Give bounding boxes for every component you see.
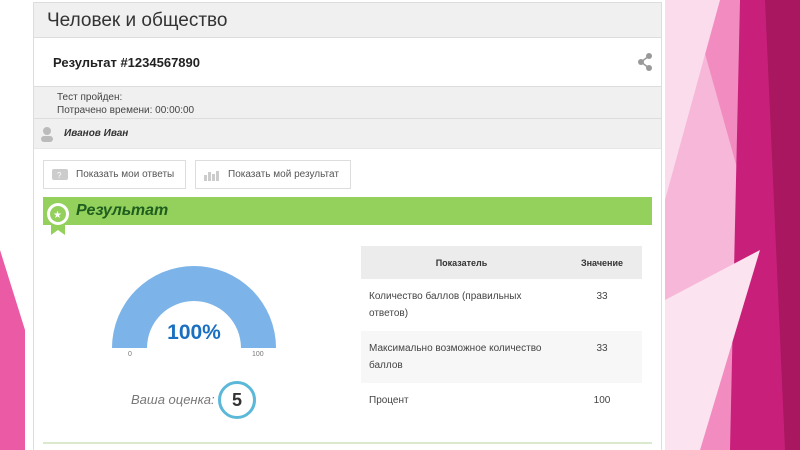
row-value: 33 — [596, 291, 608, 302]
divider — [43, 442, 652, 444]
result-header: Результат #1234567890 — [34, 38, 661, 86]
test-info: Тест пройден: Потрачено времени: 00:00:0… — [34, 86, 661, 119]
col-indicator: Показатель — [361, 246, 562, 279]
svg-text:★: ★ — [53, 210, 62, 221]
time-spent: Потрачено времени: 00:00:00 — [57, 105, 195, 116]
grade-label: Ваша оценка: — [131, 392, 215, 407]
results-table: Показатель Значение Количество баллов (пр… — [361, 246, 642, 419]
show-answers-label: Показать мои ответы — [76, 169, 175, 180]
share-icon[interactable] — [637, 53, 653, 71]
section-title: Результат — [76, 202, 169, 219]
question-icon: ? — [52, 168, 68, 180]
gauge-percent: 100% — [167, 321, 221, 344]
result-title: Результат #1234567890 — [53, 55, 200, 70]
bar-chart-icon — [204, 170, 219, 181]
row-value: 100 — [593, 395, 611, 406]
row-name: Процент — [369, 395, 409, 406]
result-panel: Человек и общество Результат #1234567890… — [33, 2, 662, 450]
gauge-min: 0 — [128, 351, 132, 358]
grade-value: 5 — [218, 381, 256, 419]
section-header: Результат — [43, 197, 652, 225]
show-answers-button[interactable]: ? Показать мои ответы — [43, 160, 186, 189]
svg-text:?: ? — [57, 171, 62, 180]
gauge-max: 100 — [252, 351, 264, 358]
show-result-button[interactable]: Показать мой результат — [195, 160, 351, 189]
page-title: Человек и общество — [34, 3, 661, 38]
show-result-label: Показать мой результат — [228, 169, 339, 180]
test-passed: Тест пройден: — [57, 92, 123, 103]
col-value: Значение — [562, 246, 642, 279]
award-icon: ★ — [47, 203, 69, 235]
user-icon — [41, 126, 53, 142]
user-row: Иванов Иван — [34, 119, 661, 149]
row-value: 33 — [562, 331, 642, 383]
user-name: Иванов Иван — [64, 128, 129, 139]
row-name: Максимально возможное количество баллов — [361, 331, 562, 383]
row-name: Количество баллов (правильных ответов) — [369, 291, 522, 319]
